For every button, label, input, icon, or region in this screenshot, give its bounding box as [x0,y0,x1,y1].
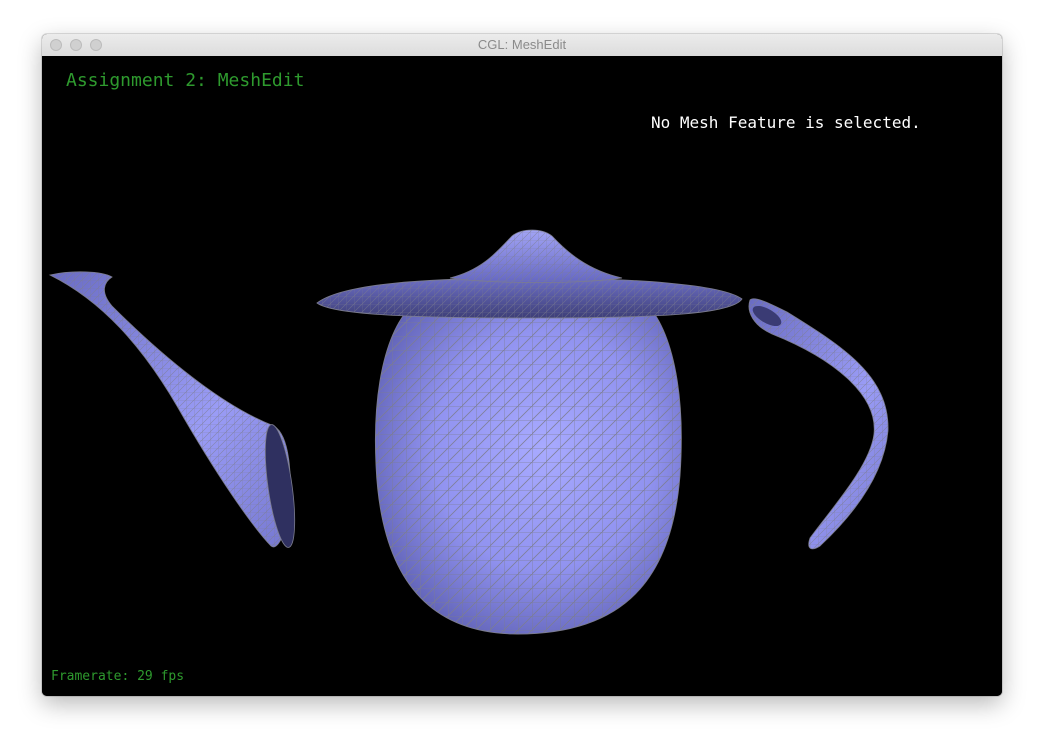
framerate-readout: Framerate: 29 fps [51,669,185,684]
assignment-title: Assignment 2: MeshEdit [66,70,305,91]
window-title: CGL: MeshEdit [477,37,567,52]
teapot-handle [748,298,889,550]
app-window: CGL: MeshEdit Assignment 2: MeshEdit No … [42,34,1002,696]
title-bar[interactable]: CGL: MeshEdit [42,34,1002,57]
selection-status: No Mesh Feature is selected. [651,113,921,132]
teapot-spout [48,271,296,548]
teapot-body [375,298,682,635]
mesh-viewport[interactable]: Assignment 2: MeshEdit No Mesh Feature i… [42,56,1002,696]
teapot-lid [316,229,743,319]
mesh-render[interactable] [42,56,1002,696]
